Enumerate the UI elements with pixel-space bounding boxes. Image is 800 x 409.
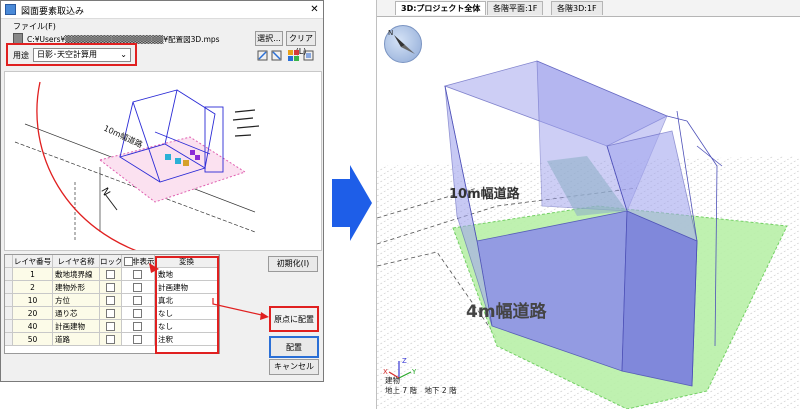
row-4-name: 通り芯 [53, 307, 100, 320]
preview-drawing: 10m幅道路 N [14, 81, 260, 250]
connector-arrow-icon [212, 298, 269, 320]
fit-view-icon[interactable] [303, 50, 314, 61]
table-corner [5, 255, 13, 268]
dialog-titlebar: 図面要素取込み ✕ [1, 1, 323, 19]
lock-checkbox[interactable] [106, 335, 115, 344]
row-4-lock[interactable] [100, 307, 122, 320]
header-layer-name: レイヤ名称 [53, 255, 100, 268]
usage-value: 日影･天空計算用 [37, 50, 97, 59]
row-5-name: 計画建物 [53, 320, 100, 333]
tab-3d-project[interactable]: 3D:プロジェクト全体 [395, 1, 487, 15]
preview-north-label: N [98, 186, 111, 198]
row-5-hidden[interactable] [122, 320, 155, 333]
layer-color-icon[interactable] [288, 50, 299, 61]
hidden-checkbox[interactable] [133, 322, 142, 331]
row-header [5, 307, 13, 320]
close-icon[interactable]: ✕ [307, 2, 322, 17]
mapping-highlight-box [155, 256, 219, 354]
usage-select[interactable]: 日影･天空計算用 ⌄ [33, 48, 131, 62]
view-tab-strip: 3D:プロジェクト全体 各階平面:1F 各階3D:1F [377, 0, 800, 17]
cancel-button[interactable]: キャンセル [269, 359, 319, 375]
header-layer-number: レイヤ番号 [13, 255, 53, 268]
preview-road-label: 10m幅道路 [102, 123, 144, 150]
hidden-checkbox[interactable] [133, 283, 142, 292]
row-4-hidden[interactable] [122, 307, 155, 320]
select-file-button[interactable]: 選択... [255, 31, 283, 46]
usage-label: 用途 [13, 51, 29, 60]
tab-floor-plan[interactable]: 各階平面:1F [487, 1, 544, 15]
tab-floor-3d[interactable]: 各階3D:1F [551, 1, 603, 15]
rotate-left-icon[interactable] [257, 50, 268, 61]
hidden-checkbox[interactable] [133, 335, 142, 344]
row-header [5, 294, 13, 307]
place-button[interactable]: 配置 [269, 336, 319, 358]
compass-needle-icon: N [388, 29, 415, 54]
row-2-lock[interactable] [100, 281, 122, 294]
building-info: 建物 地上 7 階 地下 2 階 [385, 376, 457, 396]
place-at-origin-button[interactable]: 原点に配置 [269, 306, 319, 332]
row-5-num: 40 [13, 320, 53, 333]
building-info-floors: 地上 7 階 地下 2 階 [385, 386, 457, 395]
row-6-lock[interactable] [100, 333, 122, 346]
hide-all-checkbox[interactable] [124, 257, 133, 266]
3d-view-panel[interactable]: 3D:プロジェクト全体 各階平面:1F 各階3D:1F Z Y X N 10m幅… [376, 0, 800, 409]
hidden-checkbox[interactable] [133, 270, 142, 279]
row-header [5, 268, 13, 281]
hidden-checkbox[interactable] [133, 309, 142, 318]
row-3-num: 10 [13, 294, 53, 307]
row-2-num: 2 [13, 281, 53, 294]
3d-scene: Z Y X [377, 60, 800, 409]
import-drawing-dialog: 図面要素取込み ✕ ファイル(F) C:¥Users¥▒▒▒▒▒▒▒▒▒▒▒▒▒… [0, 0, 324, 382]
row-1-num: 1 [13, 268, 53, 281]
lock-checkbox[interactable] [106, 283, 115, 292]
header-lock: ロック [100, 255, 122, 268]
row-2-hidden[interactable] [122, 281, 155, 294]
lock-checkbox[interactable] [106, 296, 115, 305]
compass-north-label: N [388, 29, 393, 37]
lock-checkbox[interactable] [106, 322, 115, 331]
initialize-button[interactable]: 初期化(I) [268, 256, 318, 272]
arrowhead-icon [149, 263, 159, 273]
row-5-lock[interactable] [100, 320, 122, 333]
file-label: ファイル(F) [13, 22, 56, 31]
row-6-hidden[interactable] [122, 333, 155, 346]
row-header [5, 320, 13, 333]
road-10m-label: 10m幅道路 [449, 187, 520, 202]
row-header [5, 333, 13, 346]
row-3-lock[interactable] [100, 294, 122, 307]
row-1-lock[interactable] [100, 268, 122, 281]
row-1-name: 敷地境界線 [53, 268, 100, 281]
row-6-num: 50 [13, 333, 53, 346]
app-icon [5, 4, 16, 15]
compass-icon[interactable]: N [384, 25, 422, 63]
row-2-name: 建物外形 [53, 281, 100, 294]
building-info-title: 建物 [385, 376, 400, 385]
lock-checkbox[interactable] [106, 270, 115, 279]
clear-button[interactable]: クリア(L) [286, 31, 316, 56]
row-6-name: 道路 [53, 333, 100, 346]
row-3-name: 方位 [53, 294, 100, 307]
hidden-checkbox[interactable] [133, 296, 142, 305]
axis-z-label: Z [402, 357, 407, 365]
transition-arrow-icon [332, 165, 372, 241]
axis-x-label: X [383, 368, 388, 376]
axis-y-label: Y [411, 368, 417, 376]
lock-checkbox[interactable] [106, 309, 115, 318]
row-4-num: 20 [13, 307, 53, 320]
row-header [5, 281, 13, 294]
road-4m-label: 4m幅道路 [466, 302, 547, 322]
dialog-title: 図面要素取込み [21, 7, 85, 17]
rotate-right-icon[interactable] [271, 50, 282, 61]
drawing-preview[interactable]: 10m幅道路 N [4, 71, 322, 251]
row-3-hidden[interactable] [122, 294, 155, 307]
chevron-down-icon: ⌄ [120, 50, 127, 59]
